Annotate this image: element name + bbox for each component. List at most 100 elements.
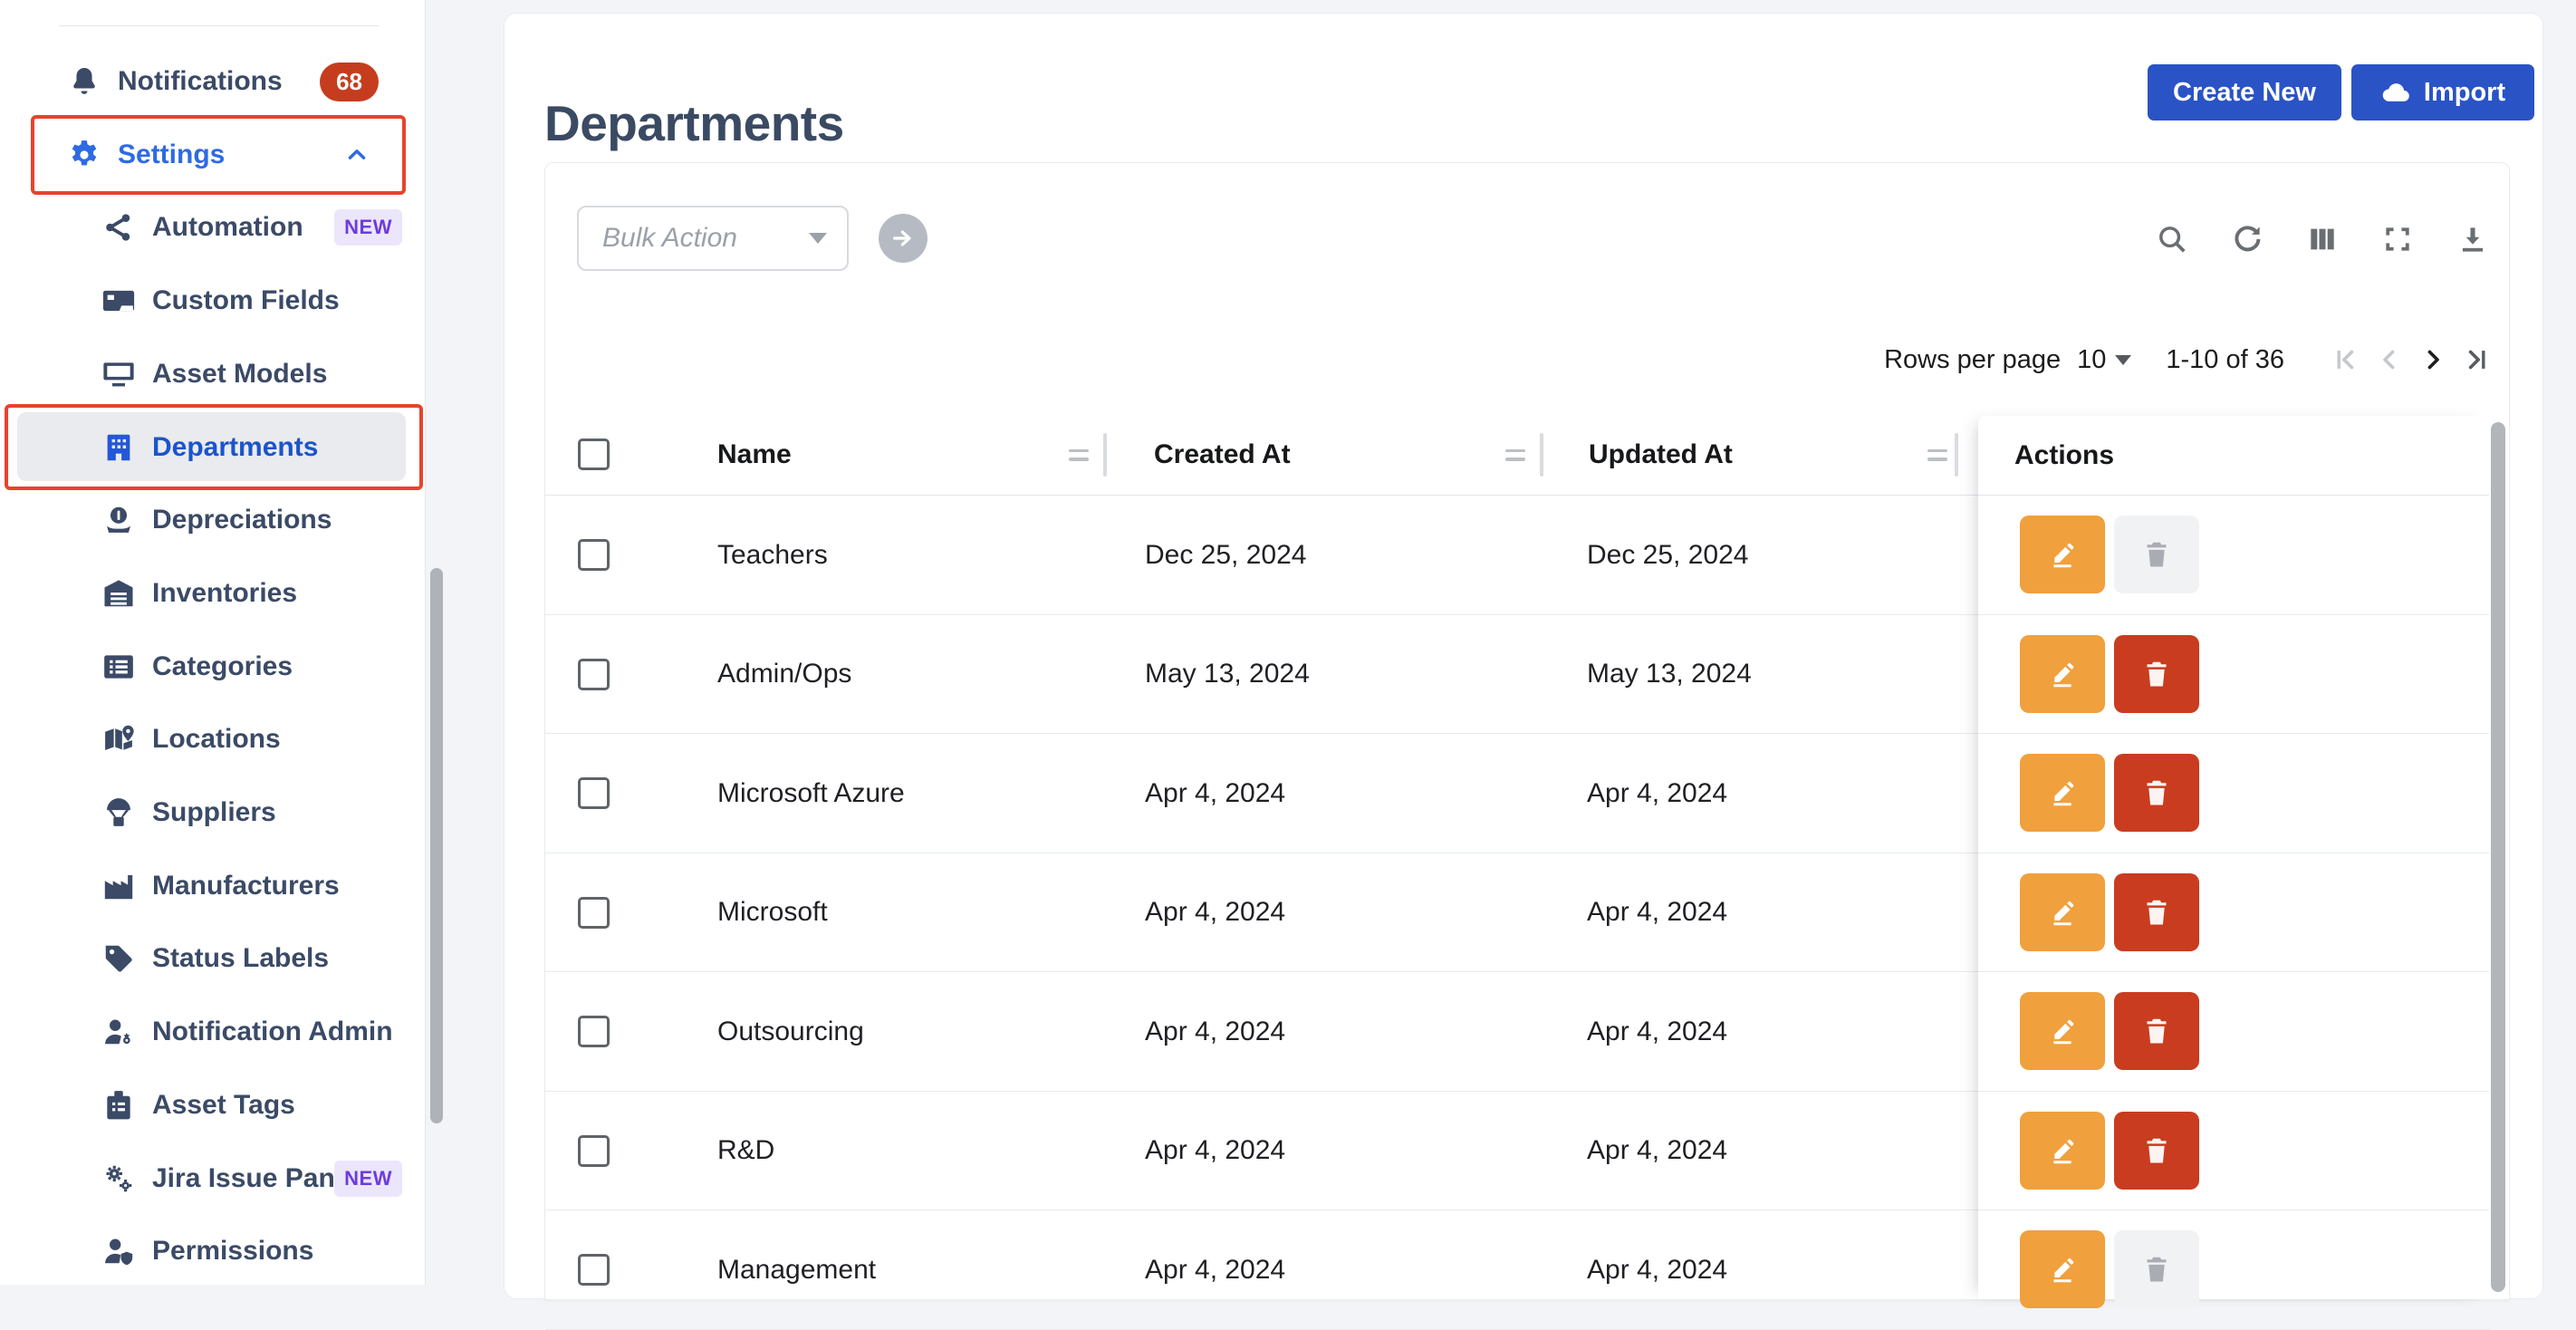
sidebar-item-departments[interactable]: Departments xyxy=(5,404,423,490)
last-page-icon xyxy=(2461,344,2492,375)
sidebar-item-suppliers[interactable]: Suppliers xyxy=(0,776,425,849)
sidebar-item-inventories[interactable]: Inventories xyxy=(0,557,425,630)
cloud-upload-icon xyxy=(2380,77,2411,108)
suppliers-icon xyxy=(100,794,138,832)
search-button[interactable] xyxy=(2154,221,2190,257)
edit-button[interactable] xyxy=(2020,635,2105,713)
sidebar-item-automation[interactable]: Automation NEW xyxy=(0,191,425,264)
delete-button[interactable] xyxy=(2114,1112,2199,1190)
edit-button[interactable] xyxy=(2020,754,2105,832)
column-resize-handle[interactable] xyxy=(1103,433,1107,477)
trash-icon xyxy=(2140,658,2173,690)
column-resize-handle[interactable] xyxy=(1540,433,1543,477)
sidebar-item-label: Suppliers xyxy=(152,797,276,828)
fullscreen-button[interactable] xyxy=(2379,221,2416,257)
trash-icon xyxy=(2140,1015,2173,1047)
sidebar-item-notifications[interactable]: Notifications68 xyxy=(0,45,425,118)
columns-button[interactable] xyxy=(2304,221,2341,257)
delete-button[interactable] xyxy=(2114,516,2199,593)
create-new-button[interactable]: Create New xyxy=(2148,64,2341,120)
row-checkbox[interactable] xyxy=(578,1135,610,1167)
actions-column-header: Actions xyxy=(1978,416,2489,496)
delete-button[interactable] xyxy=(2114,992,2199,1070)
sidebar-item-manufacturers[interactable]: Manufacturers xyxy=(0,850,425,922)
download-button[interactable] xyxy=(2455,221,2491,257)
first-page-button[interactable] xyxy=(2324,338,2368,381)
content-card: Departments Create New Import Bulk Actio… xyxy=(504,13,2543,1299)
gear-icon xyxy=(65,136,103,174)
bulk-action-placeholder: Bulk Action xyxy=(602,223,737,254)
sidebar-item-categories[interactable]: Categories xyxy=(0,631,425,703)
row-checkbox[interactable] xyxy=(578,897,610,929)
column-menu-icon[interactable] xyxy=(1505,441,1525,468)
sidebar-item-notification-admin[interactable]: Notification Admin xyxy=(0,996,425,1068)
delete-button[interactable] xyxy=(2114,873,2199,951)
sidebar-item-asset-tags[interactable]: Asset Tags xyxy=(0,1069,425,1142)
actions-row xyxy=(1978,496,2489,615)
cell-name: Microsoft xyxy=(717,853,828,973)
table-scrollbar[interactable] xyxy=(2491,422,2505,1292)
actions-row xyxy=(1978,1092,2489,1211)
sidebar-item-permissions[interactable]: Permissions xyxy=(0,1215,425,1287)
refresh-icon xyxy=(2230,222,2264,256)
actions-column: Actions xyxy=(1978,416,2489,1299)
refresh-button[interactable] xyxy=(2229,221,2265,257)
row-checkbox[interactable] xyxy=(578,1016,610,1047)
pencil-icon xyxy=(2046,658,2079,690)
edit-button[interactable] xyxy=(2020,992,2105,1070)
sidebar-divider xyxy=(59,25,379,26)
pagination: Rows per page 10 1-10 of 36 xyxy=(1884,332,2498,387)
column-menu-icon[interactable] xyxy=(1927,441,1947,468)
sidebar-scrollbar[interactable] xyxy=(430,568,443,1123)
asset-models-icon xyxy=(100,355,138,393)
row-checkbox[interactable] xyxy=(578,539,610,571)
edit-button[interactable] xyxy=(2020,1112,2105,1190)
notification-admin-icon xyxy=(100,1013,138,1051)
pagination-range: 1-10 of 36 xyxy=(2166,345,2284,375)
sidebar-item-label: Locations xyxy=(152,724,281,755)
edit-button[interactable] xyxy=(2020,873,2105,951)
pencil-icon xyxy=(2046,1134,2079,1167)
new-tag: NEW xyxy=(334,209,402,246)
row-checkbox[interactable] xyxy=(578,777,610,809)
row-checkbox[interactable] xyxy=(578,659,610,690)
bell-icon xyxy=(65,63,103,101)
select-all-checkbox[interactable] xyxy=(578,439,610,470)
rows-per-page-select[interactable]: 10 xyxy=(2077,345,2131,375)
bulk-action-select[interactable]: Bulk Action xyxy=(577,206,849,271)
cell-created-at: Apr 4, 2024 xyxy=(1145,734,1285,853)
next-page-button[interactable] xyxy=(2411,338,2455,381)
apply-bulk-action-button[interactable] xyxy=(879,214,928,263)
delete-button[interactable] xyxy=(2114,635,2199,713)
sidebar: Notifications68Settings Automation NEW Cust… xyxy=(0,0,426,1285)
last-page-button[interactable] xyxy=(2455,338,2498,381)
trash-icon xyxy=(2140,1253,2173,1286)
import-button[interactable]: Import xyxy=(2351,64,2534,120)
sidebar-item-locations[interactable]: Locations xyxy=(0,703,425,776)
sidebar-item-status-labels[interactable]: Status Labels xyxy=(0,922,425,995)
sidebar-item-label: Depreciations xyxy=(152,505,332,535)
edit-button[interactable] xyxy=(2020,1230,2105,1308)
sidebar-item-settings[interactable]: Settings xyxy=(31,115,406,195)
depreciations-icon xyxy=(100,501,138,539)
import-label: Import xyxy=(2424,78,2505,108)
sidebar-item-label: Asset Tags xyxy=(152,1090,295,1121)
column-header: Created At xyxy=(1154,414,1291,496)
pencil-icon xyxy=(2046,1015,2079,1047)
previous-page-button[interactable] xyxy=(2368,338,2411,381)
sidebar-item-label: Inventories xyxy=(152,578,297,609)
delete-button[interactable] xyxy=(2114,1230,2199,1308)
sidebar-item-asset-models[interactable]: Asset Models xyxy=(0,338,425,410)
chevron-down-icon xyxy=(2115,355,2131,365)
cell-created-at: Apr 4, 2024 xyxy=(1145,853,1285,973)
sidebar-item-label: Departments xyxy=(152,432,318,463)
sidebar-item-custom-fields[interactable]: Custom Fields xyxy=(0,265,425,337)
column-resize-handle[interactable] xyxy=(1955,433,1958,477)
sidebar-item-depreciations[interactable]: Depreciations xyxy=(0,484,425,556)
delete-button[interactable] xyxy=(2114,754,2199,832)
edit-button[interactable] xyxy=(2020,516,2105,593)
sidebar-item-label: Automation xyxy=(152,212,303,243)
row-checkbox[interactable] xyxy=(578,1254,610,1286)
sidebar-item-jira-issue-panel[interactable]: Jira Issue PanelNEW xyxy=(0,1142,425,1215)
column-menu-icon[interactable] xyxy=(1069,441,1089,468)
